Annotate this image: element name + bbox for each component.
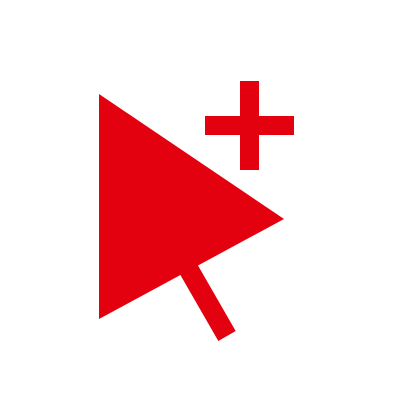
icon-canvas <box>0 0 410 410</box>
add-cursor-icon <box>0 0 410 410</box>
plus-vertical-bar <box>240 81 259 170</box>
